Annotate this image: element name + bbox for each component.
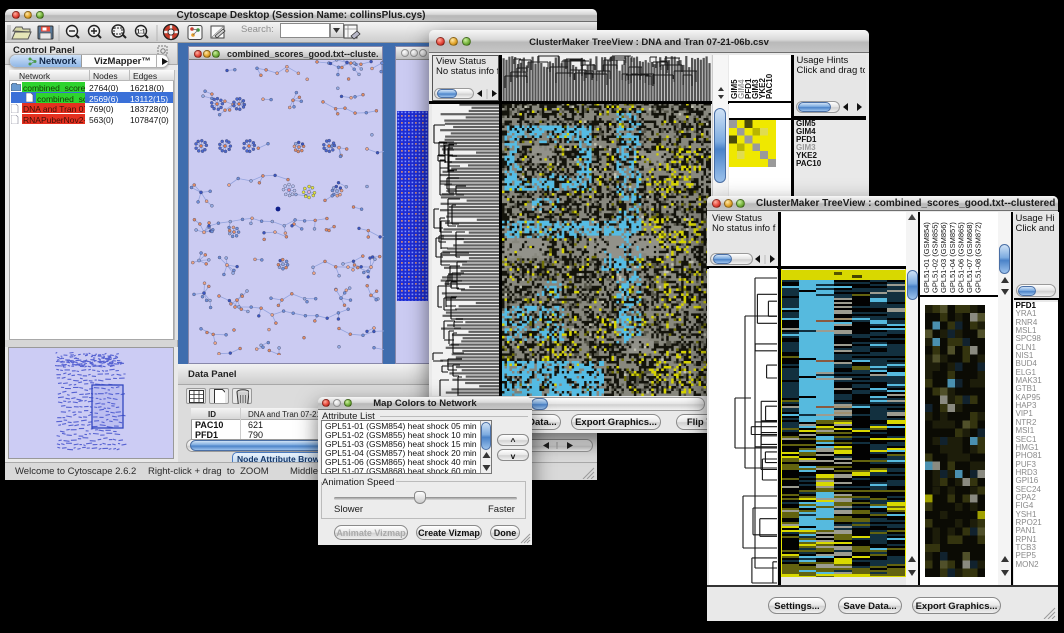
svg-text:PAC10: PAC10 <box>765 73 774 99</box>
svg-text:1:1: 1:1 <box>137 30 146 36</box>
svg-text:GPL51-08 (GSM872): GPL51-08 (GSM872) <box>974 222 983 293</box>
